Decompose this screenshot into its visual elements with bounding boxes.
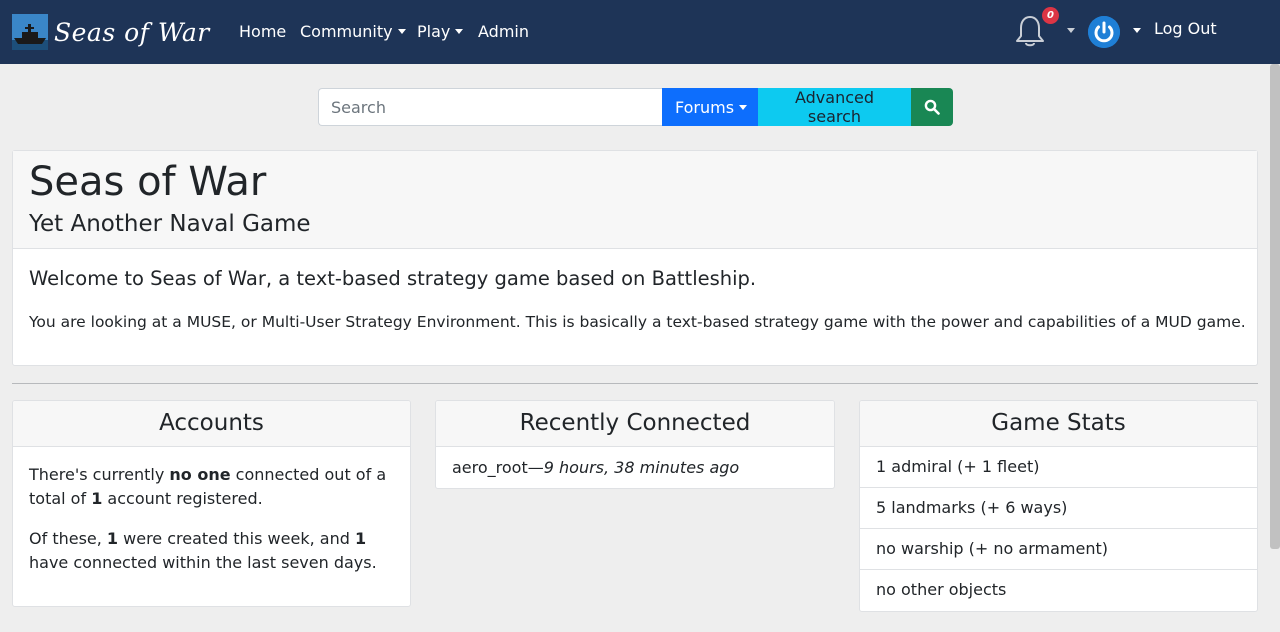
chevron-down-icon xyxy=(739,104,748,110)
search-submit-button[interactable] xyxy=(911,88,953,126)
brand-name: Seas of War xyxy=(54,17,210,47)
accounts-summary: There's currently no one connected out o… xyxy=(29,463,394,511)
total-accounts: 1 xyxy=(91,489,103,508)
chevron-down-icon[interactable] xyxy=(1067,28,1075,33)
list-item: no warship (+ no armament) xyxy=(860,529,1257,570)
forums-dropdown-button[interactable]: Forums xyxy=(662,88,758,126)
list-item: aero_root—9 hours, 38 minutes ago xyxy=(436,447,834,488)
online-count: no one xyxy=(169,465,231,484)
list-item: no other objects xyxy=(876,580,1007,599)
last-seen: 9 hours, 38 minutes ago xyxy=(543,458,740,477)
connected-this-week: 1 xyxy=(354,529,367,548)
nav-community-dropdown[interactable]: Community xyxy=(300,22,406,41)
nav-admin[interactable]: Admin xyxy=(478,22,529,41)
search-input[interactable] xyxy=(318,88,662,126)
nav-home[interactable]: Home xyxy=(239,22,286,41)
accounts-weekly: Of these, 1 were created this week, and … xyxy=(29,527,394,575)
welcome-card-header: Seas of War Yet Another Naval Game xyxy=(13,151,1257,249)
accounts-body: There's currently no one connected out o… xyxy=(13,447,410,575)
list-item: 1 admiral (+ 1 fleet) xyxy=(860,447,1257,488)
scrollbar[interactable] xyxy=(1270,64,1280,549)
text: have connected within the last seven day… xyxy=(29,553,377,572)
separator: — xyxy=(527,458,544,477)
chevron-down-icon xyxy=(397,29,406,34)
text: account registered. xyxy=(102,489,263,508)
text: were created this week, and xyxy=(118,529,355,548)
ship-logo-icon xyxy=(12,14,48,50)
power-icon[interactable] xyxy=(1088,16,1120,48)
page-title: Seas of War xyxy=(29,159,267,205)
text: Of these, xyxy=(29,529,107,548)
nav-play-dropdown[interactable]: Play xyxy=(417,22,464,41)
accounts-title: Accounts xyxy=(13,401,410,447)
navbar: Seas of War Home Community Play Admin 0 … xyxy=(0,0,1280,64)
text: There's currently xyxy=(29,465,170,484)
game-stats-card: Game Stats 1 admiral (+ 1 fleet) 5 landm… xyxy=(859,400,1258,612)
notification-badge: 0 xyxy=(1042,7,1059,24)
player-name[interactable]: aero_root xyxy=(452,458,528,477)
divider xyxy=(12,383,1258,384)
nav-play-label: Play xyxy=(417,22,451,41)
search-icon xyxy=(924,99,940,115)
forums-label: Forums xyxy=(675,97,735,117)
nav-community-label: Community xyxy=(300,22,393,41)
welcome-card: Seas of War Yet Another Naval Game Welco… xyxy=(12,150,1258,366)
chevron-down-icon[interactable] xyxy=(1133,28,1141,33)
bell-icon[interactable] xyxy=(1014,14,1046,48)
page-subtitle: Yet Another Naval Game xyxy=(29,211,311,237)
welcome-lead: Welcome to Seas of War, a text-based str… xyxy=(29,267,757,290)
brand[interactable]: Seas of War xyxy=(12,14,210,50)
search-bar: Forums Advanced search xyxy=(318,88,953,126)
logout-link[interactable]: Log Out xyxy=(1154,19,1217,38)
accounts-card: Accounts There's currently no one connec… xyxy=(12,400,411,607)
game-stats-title: Game Stats xyxy=(860,401,1257,447)
chevron-down-icon xyxy=(455,29,464,34)
advanced-search-button[interactable]: Advanced search xyxy=(758,88,911,126)
list-item: 5 landmarks (+ 6 ways) xyxy=(860,488,1257,529)
recently-connected-title: Recently Connected xyxy=(436,401,834,447)
welcome-text: You are looking at a MUSE, or Multi-User… xyxy=(29,313,1246,331)
recently-connected-card: Recently Connected aero_root—9 hours, 38… xyxy=(435,400,835,489)
created-this-week: 1 xyxy=(106,529,119,548)
